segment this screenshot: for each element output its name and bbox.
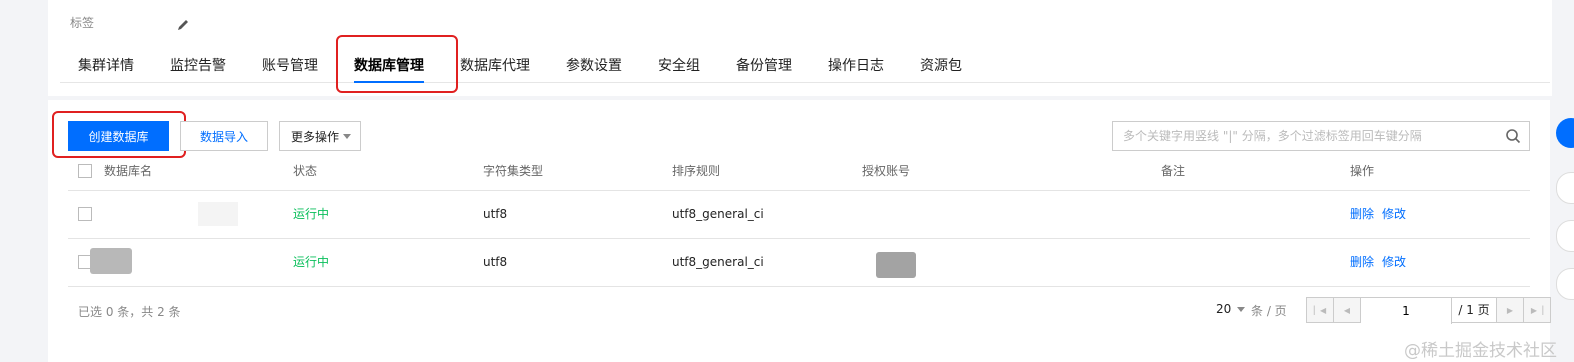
selection-info: 已选 0 条，共 2 条	[78, 305, 181, 319]
chevron-down-icon	[1237, 307, 1246, 312]
modify-link[interactable]: 修改	[1382, 238, 1406, 286]
floating-side-button[interactable]	[1556, 172, 1574, 204]
status-text: 运行中	[293, 207, 330, 221]
column-header-status: 状态	[293, 164, 318, 178]
pencil-icon[interactable]	[176, 18, 190, 32]
tab-bar: 集群详情 监控告警 账号管理 数据库管理 数据库代理 参数设置 安全组 备份管理…	[60, 50, 1550, 83]
table-row: 运行中 utf8 utf8_general_ci 删除 修改	[68, 238, 1530, 287]
page-number-input[interactable]	[1361, 298, 1452, 324]
data-import-button[interactable]: 数据导入	[180, 121, 268, 151]
column-header-collation: 排序规则	[672, 164, 721, 178]
column-header-charset: 字符集类型	[483, 164, 544, 178]
column-header-actions: 操作	[1350, 164, 1375, 178]
tab-cluster-details[interactable]: 集群详情	[60, 50, 152, 82]
db-name-redacted	[198, 202, 238, 226]
create-database-button[interactable]: 创建数据库	[68, 121, 169, 151]
column-header-remark: 备注	[1161, 164, 1186, 178]
modify-link[interactable]: 修改	[1382, 190, 1406, 238]
tab-backup-management[interactable]: 备份管理	[718, 50, 810, 82]
tab-database-proxy[interactable]: 数据库代理	[442, 50, 548, 82]
column-header-authorized-account: 授权账号	[862, 164, 911, 178]
db-name-redacted	[90, 248, 132, 274]
search-box	[1112, 121, 1530, 151]
page-size-select[interactable]: 20	[1216, 302, 1246, 316]
floating-side-button[interactable]	[1556, 220, 1574, 252]
select-all-checkbox[interactable]	[78, 164, 92, 178]
tab-resource-pack[interactable]: 资源包	[902, 50, 980, 82]
row-checkbox[interactable]	[78, 207, 92, 221]
more-actions-dropdown[interactable]: 更多操作	[279, 121, 361, 151]
tab-database-management[interactable]: 数据库管理	[336, 50, 442, 83]
search-input[interactable]	[1113, 122, 1503, 150]
prev-page-icon[interactable]: ◀	[1334, 298, 1361, 322]
table-header: 数据库名 状态 字符集类型 排序规则 授权账号 备注 操作	[68, 156, 1530, 191]
search-icon[interactable]	[1505, 128, 1521, 144]
next-page-icon[interactable]: ▶	[1497, 298, 1524, 322]
pagination: ▏◀ ◀ / 1 页 ▶ ▶▕	[1306, 297, 1551, 324]
tab-parameter-settings[interactable]: 参数设置	[548, 50, 640, 82]
tab-operation-log[interactable]: 操作日志	[810, 50, 902, 82]
chevron-down-icon	[343, 134, 351, 139]
tag-label: 标签	[70, 16, 95, 30]
delete-link[interactable]: 删除	[1350, 238, 1374, 286]
collation-text: utf8_general_ci	[672, 207, 764, 221]
table-row: 运行中 utf8 utf8_general_ci 删除 修改	[68, 190, 1530, 239]
account-redacted	[876, 252, 916, 278]
tab-account-management[interactable]: 账号管理	[244, 50, 336, 82]
per-page-label: 条 / 页	[1251, 304, 1287, 318]
tab-security-group[interactable]: 安全组	[640, 50, 718, 82]
watermark: @稀土掘金技术社区	[1404, 341, 1557, 361]
collation-text: utf8_general_ci	[672, 255, 764, 269]
delete-link[interactable]: 删除	[1350, 190, 1374, 238]
charset-text: utf8	[483, 255, 508, 269]
charset-text: utf8	[483, 207, 508, 221]
last-page-icon[interactable]: ▶▕	[1524, 298, 1550, 322]
page-size-value: 20	[1216, 302, 1232, 316]
tab-monitoring-alerts[interactable]: 监控告警	[152, 50, 244, 82]
column-header-db-name: 数据库名	[104, 164, 153, 178]
floating-side-button[interactable]	[1556, 268, 1574, 300]
first-page-icon[interactable]: ▏◀	[1307, 298, 1334, 322]
total-pages: / 1 页	[1452, 298, 1497, 322]
floating-side-button[interactable]	[1556, 118, 1574, 148]
status-text: 运行中	[293, 255, 330, 269]
more-actions-label: 更多操作	[291, 129, 340, 144]
